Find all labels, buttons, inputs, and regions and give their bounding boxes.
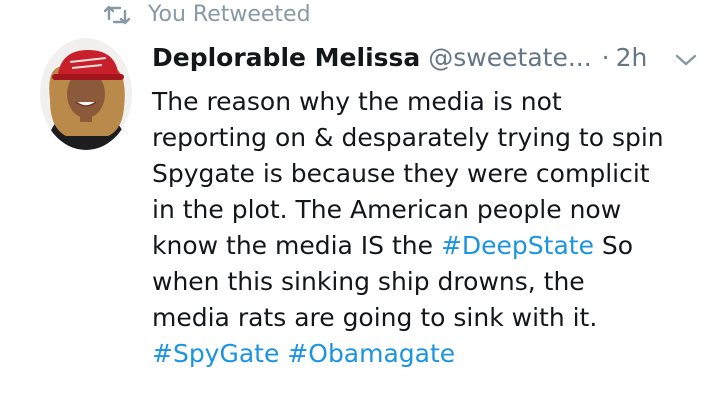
chevron-down-icon[interactable]	[674, 52, 698, 68]
author-handle[interactable]: @sweetate...	[428, 40, 591, 76]
tweet-text-fragment: know the media IS the	[152, 231, 441, 260]
author-name[interactable]: Deplorable Melissa	[152, 40, 420, 76]
tweet-line: Spygate is because they were complicit	[152, 159, 650, 188]
tweet-text: The reason why the media is not reportin…	[152, 84, 712, 372]
tweet-line: know the media IS the #DeepState So	[152, 228, 712, 264]
tweet-line: reporting on & desparately trying to spi…	[152, 123, 664, 152]
tweet-header: Deplorable Melissa @sweetate... · 2h	[152, 40, 647, 76]
hashtag-deepstate-link[interactable]: #DeepState	[441, 231, 594, 260]
retweet-label: You Retweeted	[148, 2, 311, 27]
tweet-hashtag-line: #SpyGate #Obamagate	[152, 336, 712, 372]
tweet-text-fragment: So	[593, 231, 634, 260]
tweet-line: The reason why the media is not	[152, 87, 562, 116]
tweet-line: in the plot. The American people now	[152, 195, 622, 224]
avatar[interactable]	[40, 38, 132, 150]
retweet-context: You Retweeted	[104, 2, 311, 27]
tweet-line: when this sinking ship drowns, the	[152, 267, 585, 296]
tweet-timestamp[interactable]: 2h	[616, 40, 648, 76]
hashtag-obamagate-link[interactable]: #Obamagate	[287, 339, 455, 368]
meta-separator: ·	[601, 43, 610, 72]
tweet-line: media rats are going to sink with it.	[152, 303, 598, 332]
retweet-icon	[104, 4, 130, 26]
hashtag-spygate-link[interactable]: #SpyGate	[152, 339, 279, 368]
